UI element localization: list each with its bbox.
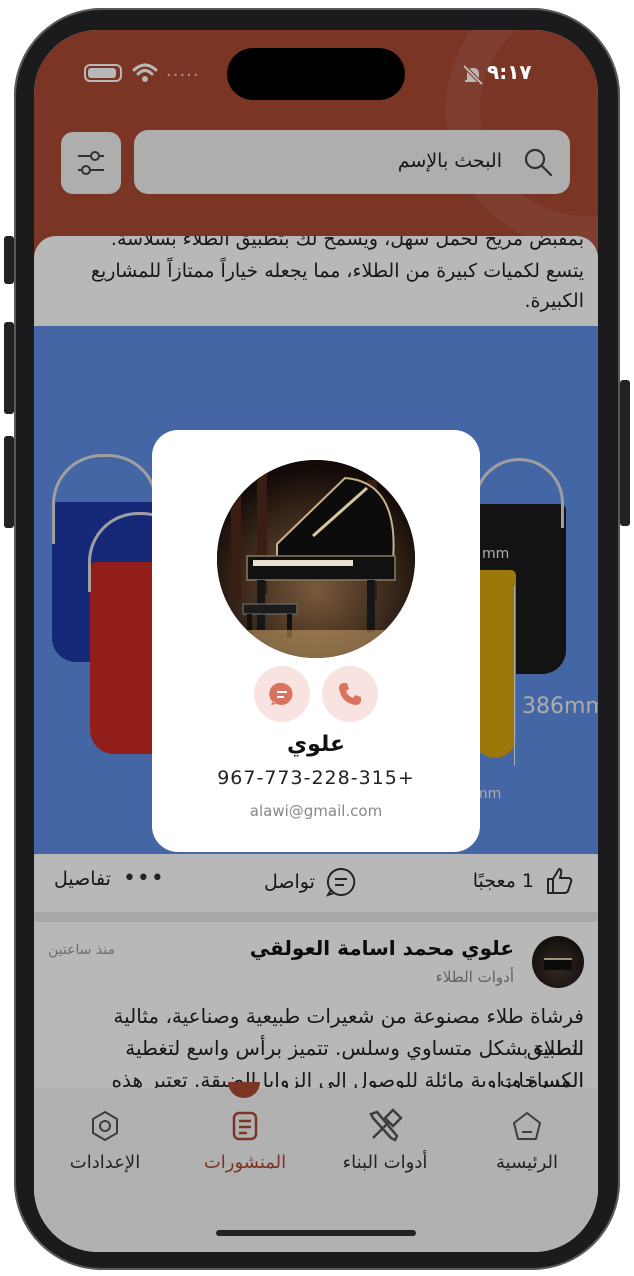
contact-name: علوي	[287, 732, 345, 757]
piano-image	[217, 460, 415, 658]
contact-card: علوي 967-773-228-315+ alawi@gmail.com	[152, 430, 480, 852]
contact-email[interactable]: alawi@gmail.com	[152, 802, 480, 820]
contact-avatar	[217, 460, 415, 658]
volume-down-button	[4, 436, 14, 528]
contact-phone[interactable]: 967-773-228-315+	[152, 767, 480, 789]
screen: ..... ٩:١٧ البحث بالإسم بمقبض مريح لحمل …	[34, 30, 598, 1252]
status-time: ٩:١٧	[487, 60, 532, 84]
power-button	[620, 380, 630, 526]
phone-icon	[339, 683, 361, 705]
volume-up-button	[4, 322, 14, 414]
action-button	[4, 236, 14, 284]
home-indicator[interactable]	[216, 1230, 416, 1236]
message-icon	[269, 682, 293, 705]
dynamic-island	[227, 48, 405, 100]
message-button[interactable]	[254, 666, 310, 722]
call-button[interactable]	[322, 666, 378, 722]
